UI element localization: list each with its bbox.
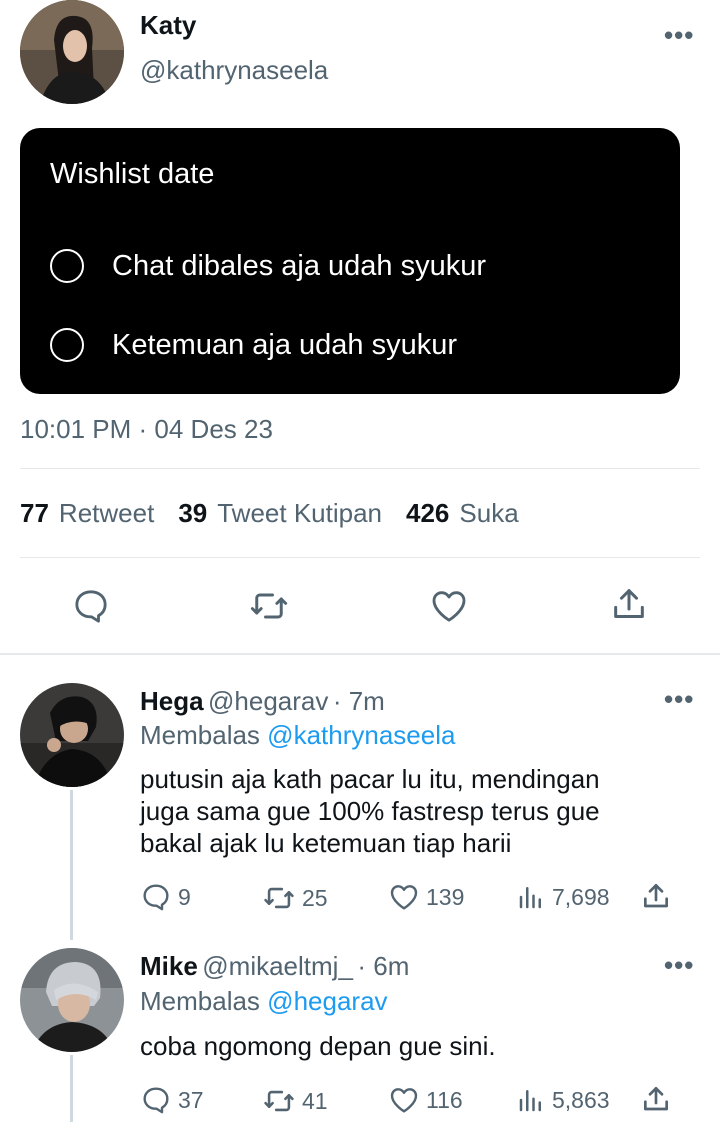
reply-author-name[interactable]: Mike bbox=[140, 951, 198, 981]
reply-text: putusin aja kath pacar lu itu, mendingan… bbox=[140, 764, 600, 858]
section-separator bbox=[0, 653, 720, 655]
retweet-icon bbox=[264, 887, 294, 909]
divider bbox=[20, 557, 700, 558]
author-avatar[interactable] bbox=[20, 0, 124, 104]
poll-option-label: Chat dibales aja udah syukur bbox=[112, 249, 487, 282]
more-icon[interactable]: ••• bbox=[664, 952, 694, 978]
reply-button[interactable]: 9 bbox=[140, 881, 191, 913]
views-count: 5,863 bbox=[552, 1086, 610, 1113]
retweet-button[interactable]: 25 bbox=[262, 881, 328, 915]
heart-icon bbox=[390, 1088, 418, 1113]
poll-option-label: Ketemuan aja udah syukur bbox=[112, 328, 457, 361]
like-count: 139 bbox=[426, 883, 465, 910]
retweet-count: 41 bbox=[302, 1087, 328, 1114]
reply-text: coba ngomong depan gue sini. bbox=[140, 1031, 496, 1061]
like-button[interactable]: 139 bbox=[388, 881, 464, 913]
reply-header: Mike @mikaeltmj_ · 6m bbox=[140, 951, 409, 982]
thread-line bbox=[70, 790, 73, 940]
radio-icon[interactable] bbox=[50, 249, 84, 283]
share-icon[interactable] bbox=[640, 880, 678, 912]
replying-to: Membalas @kathrynaseela bbox=[140, 720, 456, 750]
retweet-icon bbox=[264, 1090, 294, 1112]
thread-line bbox=[70, 1055, 73, 1122]
reply-author-handle[interactable]: @mikaeltmj_ bbox=[202, 951, 353, 981]
mention-link[interactable]: @kathrynaseela bbox=[267, 720, 455, 750]
heart-icon[interactable] bbox=[428, 585, 470, 627]
retweet-button[interactable]: 41 bbox=[262, 1084, 328, 1118]
author-name[interactable]: Katy bbox=[140, 10, 196, 41]
like-stat[interactable]: 426 Suka bbox=[406, 498, 519, 529]
views-button[interactable]: 5,863 bbox=[516, 1084, 610, 1116]
share-icon[interactable] bbox=[640, 1083, 678, 1115]
more-icon[interactable]: ••• bbox=[664, 686, 694, 712]
like-button[interactable]: 116 bbox=[388, 1084, 463, 1116]
replying-to: Membalas @hegarav bbox=[140, 986, 388, 1016]
mention-link[interactable]: @hegarav bbox=[267, 986, 387, 1016]
retweet-icon[interactable] bbox=[248, 585, 290, 627]
heart-icon bbox=[390, 885, 418, 910]
reply-icon bbox=[143, 1087, 169, 1114]
reply-button[interactable]: 37 bbox=[140, 1084, 204, 1116]
tweet-timestamp[interactable]: 10:01 PM · 04 Des 23 bbox=[20, 414, 273, 445]
reply-avatar[interactable] bbox=[20, 948, 124, 1052]
retweet-count: 25 bbox=[302, 884, 328, 911]
retweet-stat[interactable]: 77 Retweet bbox=[20, 498, 154, 529]
share-icon[interactable] bbox=[608, 583, 650, 625]
reply-author-name[interactable]: Hega bbox=[140, 686, 204, 716]
views-icon bbox=[519, 1090, 541, 1112]
quote-stat[interactable]: 39 Tweet Kutipan bbox=[178, 498, 382, 529]
reply-time[interactable]: · 7m bbox=[333, 686, 385, 716]
author-handle[interactable]: @kathrynaseela bbox=[140, 55, 328, 86]
poll-card: Wishlist date Chat dibales aja udah syuk… bbox=[20, 128, 680, 394]
divider bbox=[20, 468, 700, 469]
reply-header: Hega @hegarav · 7m bbox=[140, 686, 385, 717]
reply-count: 37 bbox=[178, 1086, 204, 1113]
tweet-stats: 77 Retweet 39 Tweet Kutipan 426 Suka bbox=[20, 498, 543, 529]
reply-author-handle[interactable]: @hegarav bbox=[208, 686, 328, 716]
radio-icon[interactable] bbox=[50, 328, 84, 362]
poll-option[interactable]: Ketemuan aja udah syukur bbox=[50, 328, 457, 362]
reply-icon bbox=[143, 884, 169, 911]
views-icon bbox=[519, 887, 541, 909]
reply-time[interactable]: · 6m bbox=[357, 951, 409, 981]
reply-icon[interactable] bbox=[70, 585, 112, 627]
like-count: 116 bbox=[426, 1086, 463, 1113]
poll-option[interactable]: Chat dibales aja udah syukur bbox=[50, 249, 486, 283]
reply-count: 9 bbox=[178, 883, 191, 910]
more-icon[interactable]: ••• bbox=[664, 22, 694, 48]
poll-title: Wishlist date bbox=[50, 158, 215, 190]
views-count: 7,698 bbox=[552, 883, 610, 910]
views-button[interactable]: 7,698 bbox=[516, 881, 610, 913]
reply-avatar[interactable] bbox=[20, 683, 124, 787]
